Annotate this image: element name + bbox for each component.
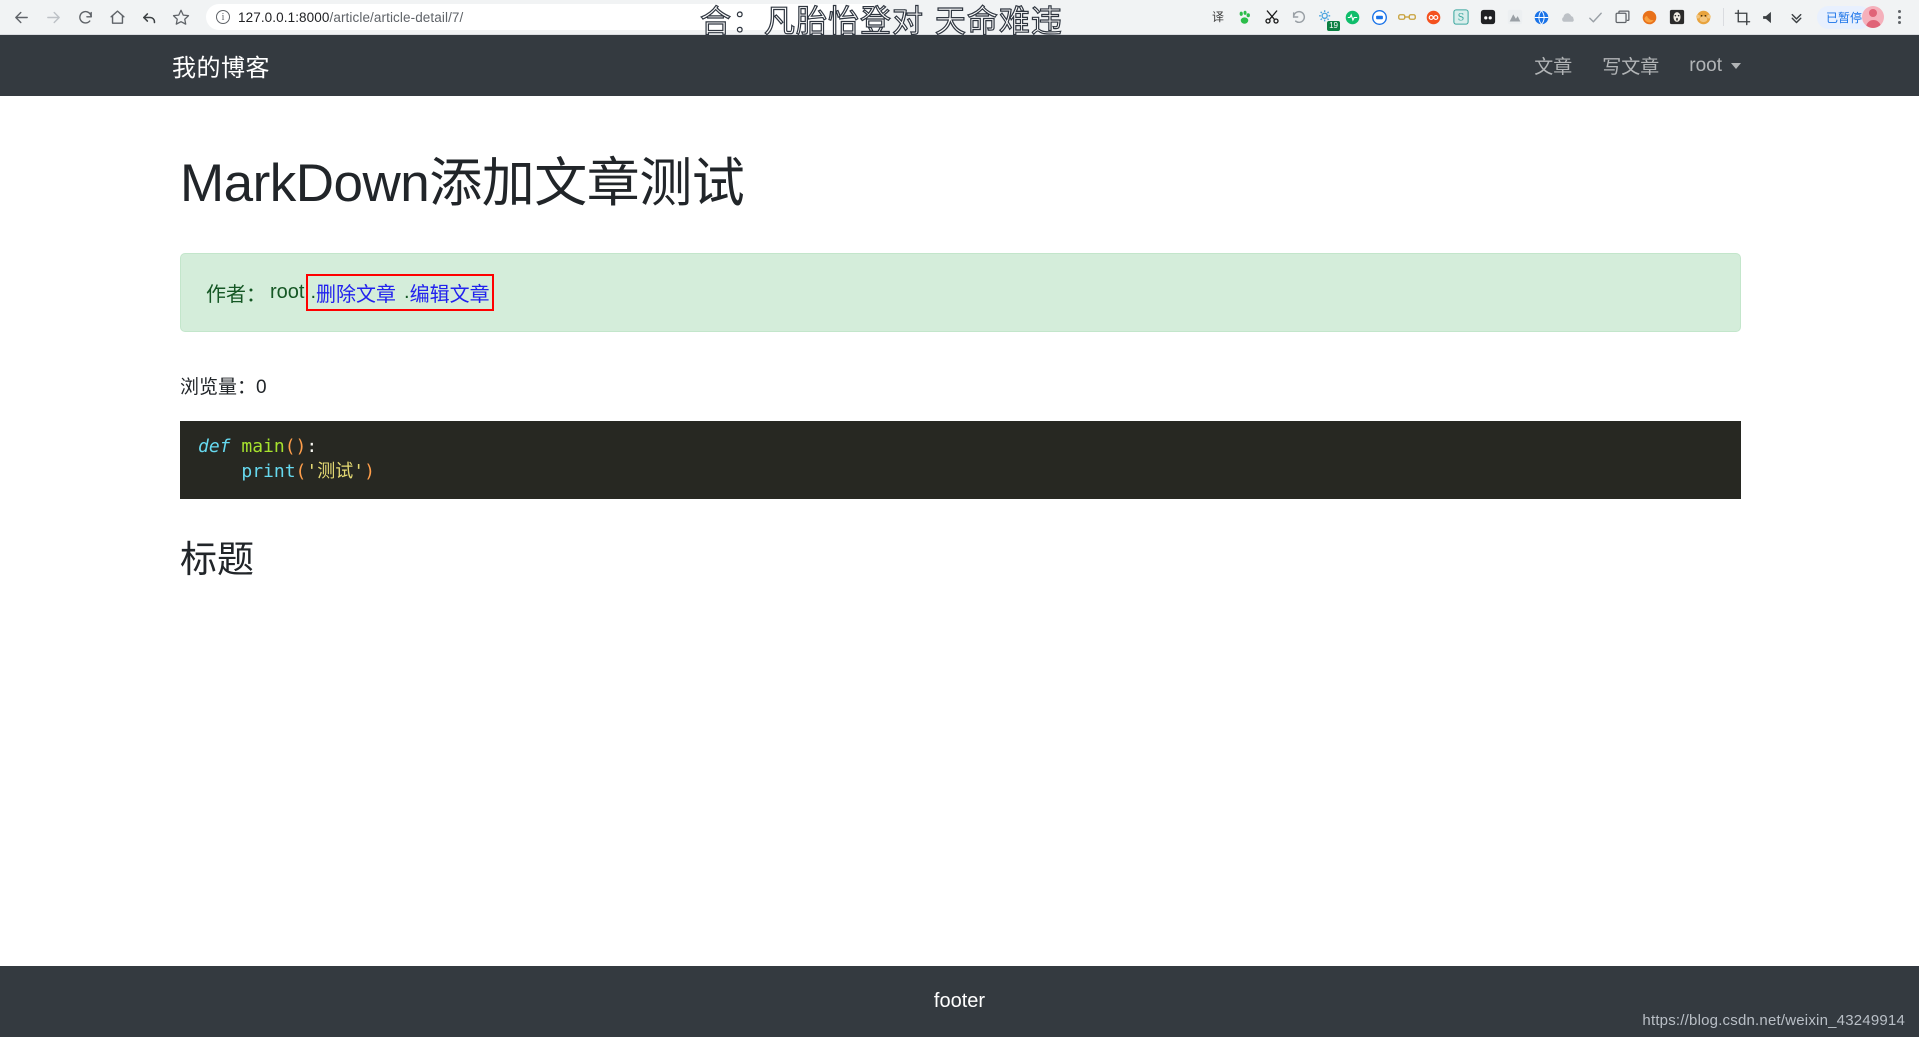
code-paren-open: ( [295, 460, 307, 482]
author-alert: 作者： root . 删除文章 . 编辑文章 [180, 253, 1741, 332]
delete-article-link[interactable]: 删除文章 [316, 278, 396, 307]
view-count-value: 0 [256, 377, 267, 398]
address-bar[interactable]: i 127.0.0.1:8000/article/article-detail/… [206, 4, 886, 30]
letter-s-icon[interactable]: S [1448, 4, 1474, 30]
code-function-main: main [241, 436, 285, 457]
glasses-icon[interactable] [1394, 4, 1420, 30]
nav-link-articles[interactable]: 文章 [1534, 52, 1572, 79]
code-content: def main(): print('测试') [180, 435, 1741, 485]
code-parens-1: () [284, 436, 307, 457]
site-navbar: 我的博客 文章 写文章 root [0, 35, 1919, 96]
view-count: 浏览量：0 [180, 372, 1741, 399]
markdown-heading: 标题 [180, 538, 254, 580]
infinity-orange-icon[interactable] [1421, 4, 1447, 30]
globe-blue-icon[interactable] [1529, 4, 1555, 30]
checkmark-icon[interactable] [1583, 4, 1609, 30]
cloud-upload-icon[interactable] [1556, 4, 1582, 30]
bookmark-star-icon[interactable] [166, 2, 196, 32]
history-undo-icon[interactable] [1286, 4, 1312, 30]
footer-text: footer [933, 990, 986, 1012]
author-label: 作者： [206, 284, 266, 306]
code-builtin-print: print [241, 460, 296, 482]
nav-user-label: root [1689, 54, 1722, 76]
code-colon: : [306, 436, 318, 457]
svg-text:S: S [1458, 13, 1465, 24]
page-info-icon[interactable]: i [216, 10, 230, 24]
url-text: 127.0.0.1:8000/article/article-detail/7/ [238, 9, 464, 25]
dark-dots-icon[interactable] [1475, 4, 1501, 30]
nav-user-dropdown[interactable]: root [1689, 55, 1741, 77]
volume-icon[interactable] [1757, 4, 1783, 30]
profile-avatar[interactable] [1862, 6, 1884, 28]
window-copy-icon[interactable] [1610, 4, 1636, 30]
code-block: def main(): print('测试') [180, 421, 1741, 499]
noface-mask-icon[interactable] [1664, 4, 1690, 30]
crop-icon[interactable] [1730, 4, 1756, 30]
code-keyword-def: def [198, 436, 231, 457]
author-name: root [270, 281, 305, 303]
code-string: '测试' [306, 460, 365, 482]
undo-icon[interactable] [134, 2, 164, 32]
site-footer: footer https://blog.csdn.net/weixin_4324… [0, 966, 1919, 1037]
nav-link-write[interactable]: 写文章 [1602, 52, 1659, 79]
annotation-red-box: . 删除文章 . 编辑文章 [306, 274, 494, 311]
youdao-dict-icon[interactable]: 译 [1205, 4, 1231, 30]
grey-mountain-icon[interactable] [1502, 4, 1528, 30]
browser-toolbar: i 127.0.0.1:8000/article/article-detail/… [0, 0, 1919, 41]
site-brand[interactable]: 我的博客 [172, 48, 270, 83]
watermark-url: https://blog.csdn.net/weixin_43249914 [1642, 1012, 1905, 1029]
chevrons-down-icon[interactable] [1784, 4, 1810, 30]
page-title: MarkDown添加文章测试 [180, 154, 745, 213]
forward-arrow-icon[interactable] [38, 2, 68, 32]
svg-text:译: 译 [1212, 10, 1224, 24]
blue-circle-icon[interactable] [1367, 4, 1393, 30]
green-wave-icon[interactable] [1340, 4, 1366, 30]
reload-icon[interactable] [70, 2, 100, 32]
toolbar-divider [1722, 8, 1724, 26]
view-count-label: 浏览量： [180, 377, 257, 398]
chevron-down-icon [1731, 62, 1741, 69]
page-body: MarkDown添加文章测试 作者： root . 删除文章 . 编辑文章 浏览量：… [0, 96, 1919, 1037]
scissors-icon[interactable] [1259, 4, 1285, 30]
baidu-paw-icon[interactable] [1232, 4, 1258, 30]
gear-badge-icon[interactable]: 19 [1313, 4, 1340, 31]
back-arrow-icon[interactable] [6, 2, 36, 32]
edit-article-link[interactable]: 编辑文章 [410, 278, 490, 307]
monkey-face-icon[interactable] [1691, 4, 1717, 30]
extension-icons: 译 19 S 已暂停 [1205, 4, 1913, 31]
content-container: MarkDown添加文章测试 作者： root . 删除文章 . 编辑文章 浏览量：… [0, 96, 1919, 583]
gear-badge-count: 19 [1327, 21, 1340, 31]
home-icon[interactable] [102, 2, 132, 32]
firefox-face-icon[interactable] [1637, 4, 1663, 30]
chrome-menu-icon[interactable] [1887, 4, 1911, 30]
navbar-links: 文章 写文章 root [1534, 52, 1919, 79]
code-paren-close: ) [364, 460, 375, 482]
